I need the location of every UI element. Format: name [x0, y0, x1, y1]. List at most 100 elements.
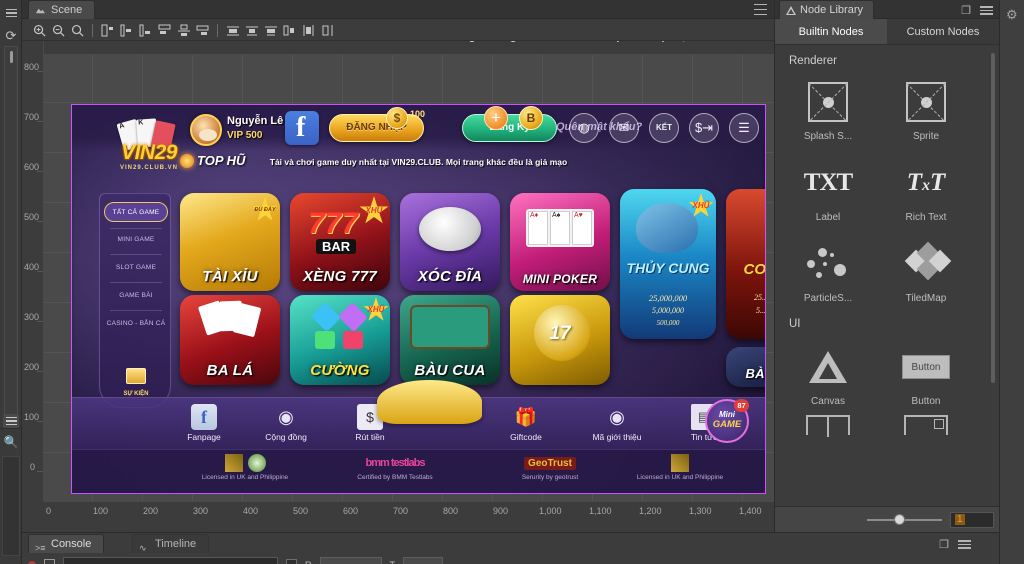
node-item-splash-sprite[interactable]: Splash S... [793, 79, 863, 142]
align-top-icon[interactable] [155, 22, 174, 39]
tab-scene[interactable]: Scene [28, 0, 95, 19]
record-icon[interactable] [28, 561, 36, 564]
bottom-nav-referral[interactable]: ◉ Mã giới thiệu [572, 404, 662, 442]
left-rail: ⟳ 🔍 [0, 0, 22, 564]
node-library-scrollbar[interactable] [991, 53, 995, 383]
node-item-editbox-partial[interactable] [891, 419, 961, 431]
tab-custom-nodes[interactable]: Custom Nodes [887, 19, 999, 44]
bottom-nav-community[interactable]: ◉ Cộng đồng [250, 404, 322, 442]
hamburger-icon[interactable] [3, 6, 19, 20]
hamburger-icon-2[interactable] [3, 414, 19, 428]
search-icon[interactable]: 🔍 [2, 432, 20, 452]
tab-console[interactable]: >≡ Console [28, 534, 104, 553]
facebook-icon[interactable]: f [285, 111, 319, 145]
zoom-slider[interactable] [867, 519, 942, 521]
zoom-value-field[interactable]: 1 [950, 512, 994, 528]
console-filter-input[interactable] [63, 557, 278, 564]
refresh-icon[interactable]: ⟳ [3, 28, 19, 44]
align-left-icon[interactable] [98, 22, 117, 39]
zoom-in-icon[interactable] [30, 22, 49, 39]
side-menu-item-all[interactable]: TẤT CẢ GAME [104, 202, 168, 222]
rail-scroll-thumb[interactable] [10, 51, 13, 63]
tab-timeline[interactable]: ∿ Timeline [132, 534, 209, 553]
game-bottom-nav: f Fanpage ◉ Cộng đồng $ Rút tiền 🎁 Giftc… [72, 397, 765, 449]
zoom-slider-knob[interactable] [894, 514, 905, 525]
game-tile-xeng777[interactable]: 777 BAR XÈNG 777 XHŨ [290, 193, 390, 291]
rail-scroll-track[interactable] [4, 46, 18, 420]
tile-jackpot-1: 25,000,000 [620, 293, 716, 303]
panel-menu-icon[interactable] [958, 540, 971, 548]
node-item-button[interactable]: Button Button [891, 344, 961, 407]
shield-icon[interactable]: ◍ [569, 113, 599, 143]
font-size-select[interactable] [403, 557, 443, 564]
node-item-layout-partial[interactable] [793, 419, 863, 431]
node-item-rich-text[interactable]: TxT Rich Text [891, 160, 961, 223]
align-center-h-icon[interactable] [117, 22, 136, 39]
distribute-center-icon[interactable] [242, 22, 261, 39]
game-tile-taixiu[interactable]: TÀI XỈU ĐỦ ĐÀY [180, 193, 280, 291]
distribute-right-icon[interactable] [261, 22, 280, 39]
zoom-out-icon[interactable] [49, 22, 68, 39]
scene-toolbar [22, 19, 774, 41]
node-item-canvas[interactable]: Canvas [793, 344, 863, 407]
side-menu-item-card[interactable]: GAME BÀI [104, 286, 168, 306]
distribute-top-icon[interactable] [280, 22, 299, 39]
game-tile-xocdia[interactable]: XÓC ĐĨA [400, 193, 500, 291]
game-tile-cuong[interactable]: CƯỜNG XHŨ [290, 295, 390, 385]
scene-viewport[interactable]: A K VIN29 VIN29.CLUB.VN TOP HŨ Nguyễn Lê… [44, 55, 774, 501]
bottom-nav-giftcode[interactable]: 🎁 Giftcode [490, 404, 562, 442]
cashout-icon[interactable]: $⇥ [689, 113, 719, 143]
bcoin-icon[interactable]: B [519, 106, 543, 130]
node-item-particle-system[interactable]: ParticleS... [793, 241, 863, 304]
ket-qua-icon[interactable]: KẾT [649, 113, 679, 143]
node-item-sprite[interactable]: Sprite [891, 79, 961, 142]
mini-game-button[interactable]: Mini GAME 87 [705, 399, 749, 443]
ruler-y-tick: 0 [30, 462, 35, 472]
game-tile-cow[interactable]: CO... 25... 5... [726, 189, 766, 339]
regex-label: R [305, 560, 312, 564]
button-icon: Button [902, 355, 950, 379]
float-panel-icon[interactable]: ❐ [939, 538, 949, 551]
ruler-x-tick: 900 [493, 506, 508, 516]
avatar[interactable] [190, 114, 222, 146]
distribute-left-icon[interactable] [223, 22, 242, 39]
game-tile-bala[interactable]: BA LÁ [180, 295, 280, 385]
node-item-label[interactable]: TXT Label [793, 160, 863, 223]
game-canvas-preview[interactable]: A K VIN29 VIN29.CLUB.VN TOP HŨ Nguyễn Lê… [71, 104, 766, 494]
game-tile-minipoker[interactable]: A♦ A♠ A♥ MINI POKER [510, 193, 610, 291]
ruler-x-tick: 600 [343, 506, 358, 516]
copy-icon[interactable] [44, 559, 55, 564]
node-row: Splash S... Sprite [775, 67, 999, 142]
menu-list-icon[interactable]: ☰ [729, 113, 759, 143]
game-tile-thuycung[interactable]: THỦY CUNG 25,000,000 5,000,000 500,000 X… [620, 189, 716, 339]
game-tile-17[interactable]: 17 [510, 295, 610, 385]
mail-icon[interactable]: ✉ [609, 113, 639, 143]
ruler-x-tick: 500 [293, 506, 308, 516]
align-right-icon[interactable] [136, 22, 155, 39]
distribute-bottom-icon[interactable] [318, 22, 337, 39]
gear-icon[interactable]: ⚙ [1006, 7, 1018, 23]
game-tile-ba[interactable]: BÀ... [726, 347, 766, 387]
game-tile-baucua[interactable]: BÀU CUA [400, 295, 500, 385]
tab-builtin-nodes[interactable]: Builtin Nodes [775, 19, 887, 44]
bottom-nav-fanpage[interactable]: f Fanpage [168, 404, 240, 442]
tab-node-library[interactable]: Node Library [779, 0, 874, 19]
rail-panel-stub [2, 456, 20, 556]
log-level-select[interactable] [320, 557, 382, 564]
font-size-icon: T [390, 560, 396, 564]
align-bottom-icon[interactable] [193, 22, 212, 39]
scene-panel-menu-icon[interactable] [754, 4, 767, 15]
tile-jackpot-2: 5... [726, 306, 766, 315]
regex-checkbox[interactable] [286, 559, 297, 564]
float-panel-icon[interactable]: ❐ [961, 4, 971, 17]
distribute-middle-icon[interactable] [299, 22, 318, 39]
side-menu-item-casino[interactable]: CASINO - BẮN CÁ [104, 314, 168, 334]
tile-label: MINI POKER [510, 273, 610, 285]
node-item-tiledmap[interactable]: TiledMap [891, 241, 961, 304]
plus-icon[interactable]: + [484, 106, 508, 130]
zoom-reset-icon[interactable] [68, 22, 87, 39]
panel-menu-icon[interactable] [980, 6, 993, 14]
side-menu-item-slot[interactable]: SLOT GAME [104, 258, 168, 278]
align-middle-icon[interactable] [174, 22, 193, 39]
side-menu-item-mini[interactable]: MINI GAME [104, 230, 168, 250]
